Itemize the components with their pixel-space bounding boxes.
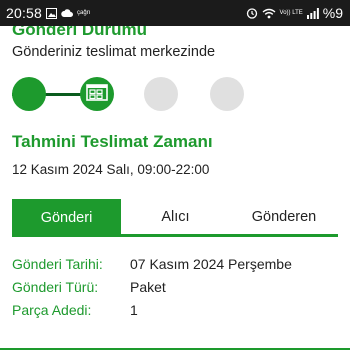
progress-tracker — [12, 77, 332, 111]
step-3-pending — [144, 77, 178, 111]
detail-row: Gönderi Tarihi: 07 Kasım 2024 Perşembe — [12, 252, 292, 275]
cloud-icon — [61, 8, 74, 18]
status-bar-right: Vo)) LTE %9 — [246, 5, 343, 21]
detail-value-count: 1 — [130, 301, 138, 318]
detail-label-count: Parça Adedi: — [12, 301, 92, 318]
delivery-center-icon — [86, 83, 108, 106]
tab-shipment[interactable]: Gönderi — [12, 199, 121, 237]
battery-level: %9 — [322, 5, 343, 21]
step-2-current — [80, 77, 114, 111]
image-icon — [46, 7, 58, 19]
signal-icon — [306, 7, 319, 19]
detail-row: Gönderi Türü: Paket — [12, 275, 292, 298]
status-bar-left: 20:58 çağrı — [6, 5, 90, 21]
step-4-pending — [210, 77, 244, 111]
status-time: 20:58 — [6, 5, 43, 21]
tab-sender[interactable]: Gönderen — [230, 199, 338, 237]
delivery-estimate-title: Tahmini Teslimat Zamanı — [12, 132, 213, 151]
detail-tabs: Gönderi Alıcı Gönderen — [12, 199, 338, 237]
delivery-estimate-window: 12 Kasım 2024 Salı, 09:00-22:00 — [12, 162, 210, 177]
wifi-icon — [262, 8, 276, 19]
shipment-details: Gönderi Tarihi: 07 Kasım 2024 Perşembe G… — [12, 252, 292, 321]
shipment-status-text: Gönderiniz teslimat merkezinde — [12, 44, 216, 60]
detail-value-date: 07 Kasım 2024 Perşembe — [130, 255, 292, 272]
detail-label-type: Gönderi Türü: — [12, 278, 99, 295]
alarm-icon — [246, 7, 258, 19]
volte-label: Vo)) LTE — [279, 10, 303, 16]
detail-row: Parça Adedi: 1 — [12, 298, 292, 321]
detail-label-date: Gönderi Tarihi: — [12, 255, 103, 272]
tab-recipient[interactable]: Alıcı — [121, 199, 230, 237]
step-1-complete — [12, 77, 46, 111]
detail-value-type: Paket — [130, 278, 166, 295]
status-bar: 20:58 çağrı Vo)) LTE %9 — [0, 0, 350, 26]
network-label: çağrı — [77, 10, 91, 16]
